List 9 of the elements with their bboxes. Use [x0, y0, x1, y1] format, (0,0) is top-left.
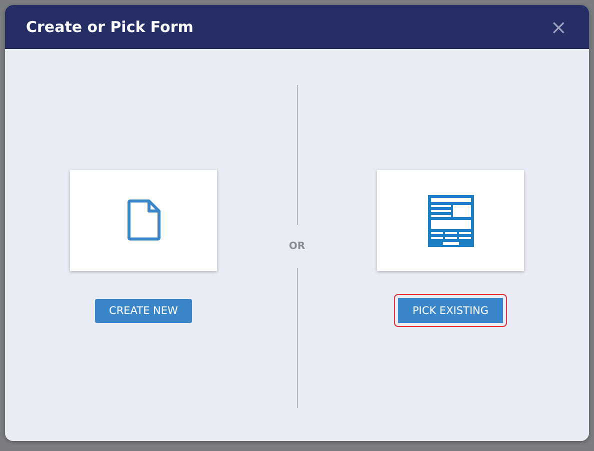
dialog-title: Create or Pick Form [26, 18, 194, 36]
option-card[interactable] [377, 170, 524, 271]
pick-existing-button[interactable]: PICK EXISTING [394, 294, 507, 327]
document-icon [126, 199, 160, 241]
option-card[interactable] [70, 170, 217, 270]
form-icon [428, 194, 474, 246]
create-new-button[interactable]: CREATE NEW [95, 298, 192, 322]
or-separator: OR [288, 240, 306, 254]
close-button[interactable]: × [550, 16, 567, 36]
